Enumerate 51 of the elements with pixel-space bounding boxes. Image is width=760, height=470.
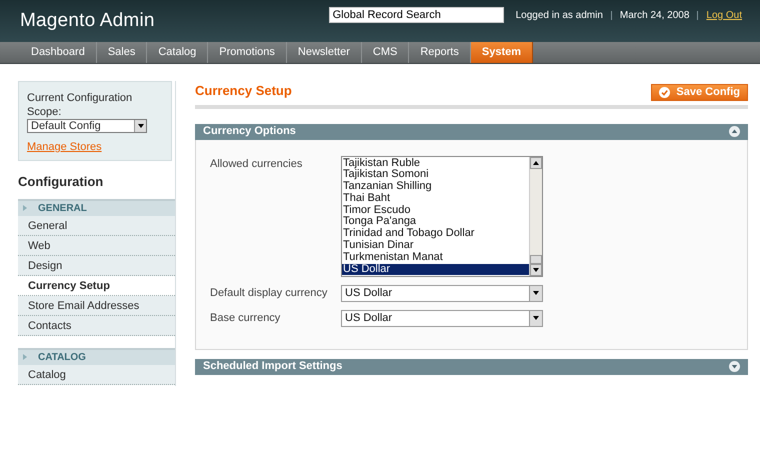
- logout-link[interactable]: Log Out: [706, 8, 742, 22]
- sidebar-item[interactable]: Contacts: [18, 316, 175, 336]
- scope-label: Current Configuration Scope:: [27, 91, 134, 119]
- list-option[interactable]: Trinidad and Tobago Dollar: [342, 228, 529, 240]
- triangle-icon: [22, 205, 28, 211]
- field-label: Default display currency: [210, 286, 328, 300]
- page-title: Currency Setup: [195, 82, 292, 100]
- scope-select[interactable]: Default Config: [27, 119, 147, 133]
- section-heading: Configuration: [18, 173, 104, 191]
- scroll-thumb[interactable]: [530, 254, 542, 264]
- list-option[interactable]: Tunisian Dinar: [342, 240, 529, 252]
- list-option[interactable]: Thai Baht: [342, 192, 529, 205]
- logo: Magento Admin: [20, 8, 155, 33]
- scrollbar[interactable]: [529, 156, 542, 276]
- nav-tab[interactable]: Catalog: [147, 42, 208, 63]
- list-option[interactable]: Tanzanian Shilling: [342, 181, 529, 193]
- nav-tab[interactable]: CMS: [362, 42, 410, 63]
- sidebar-item[interactable]: General: [18, 216, 175, 236]
- caret-icon: [533, 315, 539, 321]
- list-option[interactable]: US Dollar: [342, 264, 529, 276]
- sidebar-item[interactable]: Design: [18, 256, 175, 276]
- group-heading: CATALOG: [38, 350, 86, 364]
- nav-tab[interactable]: Sales: [96, 42, 148, 63]
- list-option[interactable]: Turkmenistan Manat: [342, 252, 529, 264]
- user-text: Logged in as admin: [516, 8, 603, 22]
- search-field[interactable]: Global Record Search: [328, 7, 504, 23]
- field-label: Allowed currencies: [210, 156, 304, 172]
- scroll-down-icon: [533, 266, 539, 272]
- nav-tab[interactable]: Newsletter: [286, 42, 362, 63]
- list-option[interactable]: Tajikistan Ruble: [342, 158, 529, 170]
- sidebar-item[interactable]: Store Email Addresses: [18, 296, 175, 316]
- list-option[interactable]: Tonga Pa'anga: [342, 216, 529, 228]
- nav-tab[interactable]: Promotions: [208, 42, 287, 63]
- date-text: March 24, 2008: [620, 8, 690, 22]
- currency-listbox[interactable]: Tajikistan Ruble Tajikistan Somoni Tanzanian Shilling Thai Baht Timor Escudo Tonga Pa'anga Trinidad and Tobago Dollar Tunisian Dinar Turkmenistan Manat US Dollar: [341, 156, 543, 276]
- caret-icon: [138, 123, 144, 129]
- nav-tab[interactable]: Dashboard: [20, 42, 97, 63]
- section-header[interactable]: Scheduled Import Settings: [195, 358, 748, 374]
- check-icon: [659, 86, 670, 98]
- group-heading: GENERAL: [38, 202, 87, 216]
- field-label: Base currency: [210, 310, 282, 326]
- triangle-icon: [22, 354, 28, 360]
- caret-icon: [533, 290, 539, 296]
- list-option[interactable]: Timor Escudo: [342, 204, 529, 216]
- currency-select[interactable]: US Dollar: [341, 310, 543, 326]
- sidebar-item[interactable]: Catalog: [18, 364, 175, 384]
- currency-select[interactable]: US Dollar: [341, 284, 543, 302]
- sidebar-item[interactable]: Web: [18, 236, 175, 256]
- scroll-up-icon: [533, 160, 539, 166]
- section-header[interactable]: Currency Options: [195, 124, 748, 140]
- list-option[interactable]: Tajikistan Somoni: [342, 169, 529, 182]
